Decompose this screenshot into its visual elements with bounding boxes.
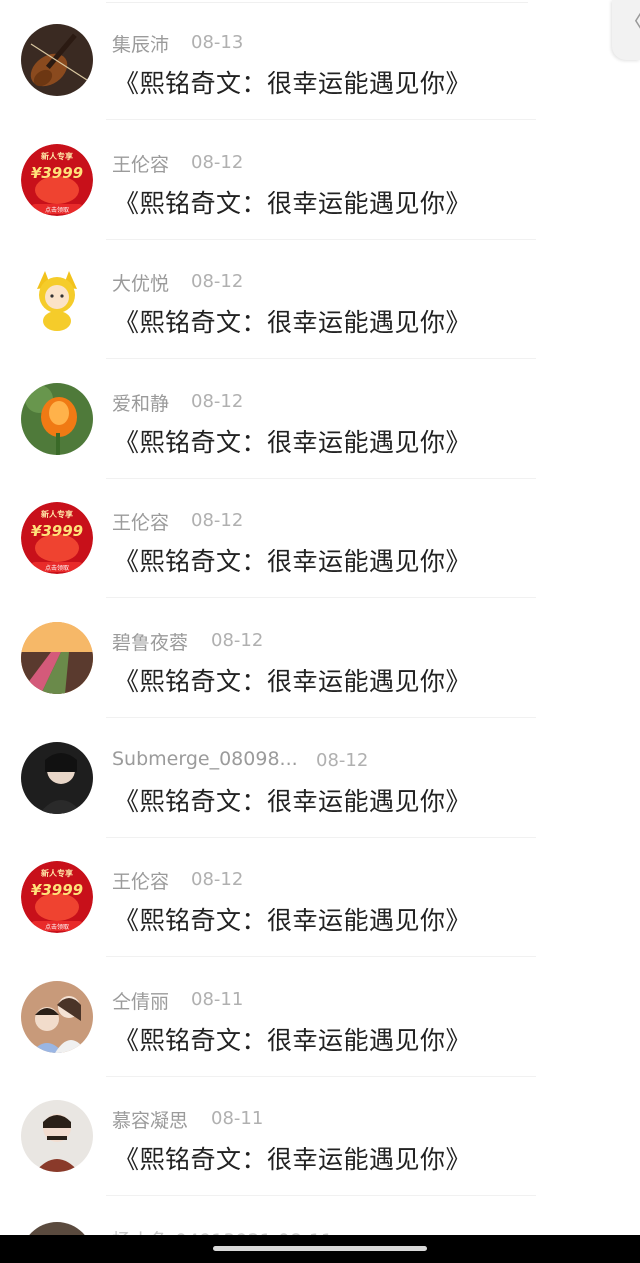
avatar[interactable]: 新人专享 ¥3999 点击领取 — [21, 143, 93, 216]
user-name[interactable]: 王伦容 — [112, 867, 169, 894]
user-name[interactable]: 爱和静 — [112, 389, 169, 416]
promo-badge-bottom: 点击领取 — [45, 564, 69, 572]
row-divider — [106, 1195, 536, 1197]
list-item[interactable]: 大优悦 08-12 《熙铭奇文：很幸运能遇见你》 — [0, 239, 640, 360]
promo-badge-amount: ¥3999 — [31, 164, 83, 182]
system-navigation-bar — [0, 1235, 640, 1263]
promo-badge-bottom: 点击领取 — [45, 206, 69, 214]
comment-date: 08-12 — [316, 749, 369, 771]
list-item[interactable]: 新人专享 ¥3999 点击领取 王伦容 08-12 《熙铭奇文：很幸运能遇见你》 — [0, 120, 640, 240]
comment-title[interactable]: 《熙铭奇文：很幸运能遇见你》 — [114, 782, 471, 818]
user-name[interactable]: 大优悦 — [112, 269, 169, 296]
list-item[interactable]: 集辰沛 08-13 《熙铭奇文：很幸运能遇见你》 — [0, 0, 640, 120]
comment-title[interactable]: 《熙铭奇文：很幸运能遇见你》 — [114, 1140, 471, 1176]
comment-title[interactable]: 《熙铭奇文：很幸运能遇见你》 — [114, 662, 471, 698]
avatar[interactable]: 新人专享 ¥3999 点击领取 — [21, 502, 93, 575]
avatar[interactable] — [21, 263, 93, 336]
avatar[interactable] — [21, 1100, 93, 1173]
list-item[interactable]: 碧鲁夜蓉 08-12 《熙铭奇文：很幸运能遇见你》 — [0, 598, 640, 718]
promo-badge-top: 新人专享 — [41, 868, 73, 878]
comment-title[interactable]: 《熙铭奇文：很幸运能遇见你》 — [114, 184, 471, 220]
user-name[interactable]: 王伦容 — [112, 150, 169, 177]
promo-badge-amount: ¥3999 — [31, 881, 83, 899]
promo-badge-bottom: 点击领取 — [45, 923, 69, 931]
avatar[interactable]: 新人专享 ¥3999 点击领取 — [21, 861, 93, 934]
avatar[interactable] — [21, 980, 93, 1053]
promo-badge-amount: ¥3999 — [31, 522, 83, 540]
comment-date: 08-12 — [211, 630, 264, 651]
list-item[interactable]: 慕容凝思 08-11 《熙铭奇文：很幸运能遇见你》 — [0, 1076, 640, 1197]
user-name[interactable]: 仝倩丽 — [112, 987, 169, 1014]
user-name[interactable]: 集辰沛 — [112, 30, 169, 57]
comment-list-page: 集辰沛 08-13 《熙铭奇文：很幸运能遇见你》 新人专享 ¥3999 点击领取 王伦容 08… — [0, 0, 640, 1263]
comment-date: 08-11 — [211, 1108, 264, 1130]
comment-title[interactable]: 《熙铭奇文：很幸运能遇见你》 — [114, 303, 471, 339]
comment-date: 08-12 — [191, 869, 244, 891]
comment-date: 08-12 — [191, 390, 244, 412]
user-name[interactable]: Submerge_08098... — [112, 748, 298, 770]
list-item[interactable]: 爱和静 08-12 《熙铭奇文：很幸运能遇见你》 — [0, 359, 640, 479]
comment-date: 08-12 — [191, 271, 244, 293]
comment-title[interactable]: 《熙铭奇文：很幸运能遇见你》 — [114, 1021, 471, 1057]
list-item[interactable]: 新人专享 ¥3999 点击领取 王伦容 08-12 《熙铭奇文：很幸运能遇见你》 — [0, 478, 640, 599]
home-indicator[interactable] — [213, 1246, 427, 1251]
user-name[interactable]: 碧鲁夜蓉 — [112, 628, 188, 655]
comment-title[interactable]: 《熙铭奇文：很幸运能遇见你》 — [114, 423, 471, 459]
comment-title[interactable]: 《熙铭奇文：很幸运能遇见你》 — [114, 64, 471, 100]
avatar[interactable] — [21, 622, 93, 694]
comment-title[interactable]: 《熙铭奇文：很幸运能遇见你》 — [114, 542, 471, 578]
comment-date: 08-12 — [191, 151, 244, 173]
avatar[interactable] — [21, 382, 93, 455]
user-name[interactable]: 王伦容 — [112, 508, 169, 535]
comment-date: 08-13 — [191, 32, 244, 53]
avatar[interactable] — [21, 24, 93, 96]
promo-badge-top: 新人专享 — [41, 509, 73, 519]
comment-title[interactable]: 《熙铭奇文：很幸运能遇见你》 — [114, 901, 471, 937]
list-item[interactable]: 新人专享 ¥3999 点击领取 王伦容 08-12 《熙铭奇文：很幸运能遇见你》 — [0, 837, 640, 958]
list-item[interactable]: Submerge_08098... 08-12 《熙铭奇文：很幸运能遇见你》 — [0, 718, 640, 838]
side-collapse-tab[interactable]: 〈 — [612, 0, 640, 60]
chevron-left-icon: 〈 — [622, 4, 640, 36]
comment-date: 08-11 — [191, 988, 244, 1010]
user-name[interactable]: 慕容凝思 — [112, 1106, 188, 1133]
list-item[interactable]: 仝倩丽 08-11 《熙铭奇文：很幸运能遇见你》 — [0, 957, 640, 1077]
comment-date: 08-12 — [191, 510, 244, 532]
promo-badge-top: 新人专享 — [41, 151, 73, 161]
avatar[interactable] — [21, 741, 93, 814]
